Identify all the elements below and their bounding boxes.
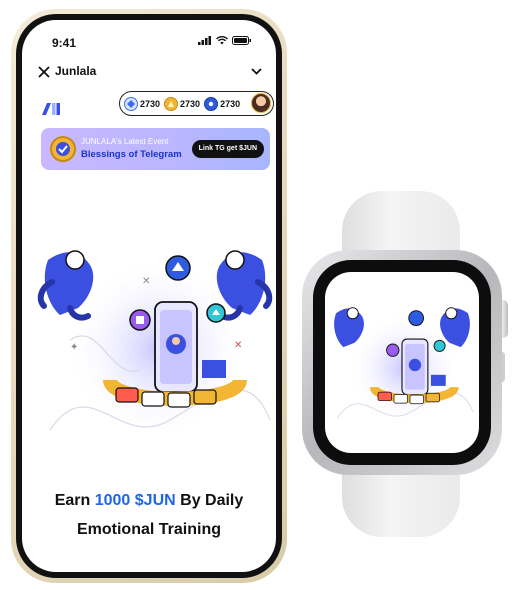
wifi-icon xyxy=(216,36,228,45)
status-time: 9:41 xyxy=(52,36,77,50)
balance-item: 2730 xyxy=(164,96,201,111)
jun-coin-icon xyxy=(204,96,219,111)
headline-highlight: 1000 $JUN xyxy=(94,492,176,509)
headline-prefix: Earn xyxy=(54,492,95,509)
close-icon[interactable] xyxy=(38,66,50,78)
balance-pill[interactable]: 2730 2730 2730 xyxy=(119,91,274,116)
event-banner[interactable]: JUNLALA's Latest Event Blessings of Tele… xyxy=(41,128,270,170)
battery-icon xyxy=(232,36,251,45)
signal-icon xyxy=(198,36,211,45)
hero-illustration: ✕ ✕ ✦ xyxy=(37,250,273,431)
watch-face xyxy=(313,260,491,465)
phone-bezel: 9:41 Junlala 2730 2730 2730 JUNLALA's La… xyxy=(16,14,282,578)
diamond-coin-icon xyxy=(124,96,138,111)
balance-value: 2730 xyxy=(220,98,241,109)
balance-value: 2730 xyxy=(140,98,161,109)
mini-app-header: Junlala xyxy=(22,60,276,88)
balance-item: 2730 xyxy=(124,96,161,111)
svg-text:✕: ✕ xyxy=(234,340,242,351)
gold-coin-icon xyxy=(164,96,179,111)
svg-text:✕: ✕ xyxy=(142,276,150,287)
balance-value: 2730 xyxy=(180,98,201,109)
junlala-logo xyxy=(42,103,60,115)
svg-text:✦: ✦ xyxy=(70,342,78,353)
headline: Earn 1000 $JUN By Daily Emotional Traini… xyxy=(22,486,276,544)
link-telegram-button[interactable]: Link TG get $JUN xyxy=(191,140,264,158)
phone-screen: 9:41 Junlala 2730 2730 2730 JUNLALA's La… xyxy=(22,20,276,572)
banner-title: Blessings of Telegram xyxy=(81,149,182,160)
watch-screen xyxy=(325,272,479,453)
watch-device xyxy=(302,250,502,475)
chevron-down-icon[interactable] xyxy=(251,68,262,75)
status-bar: 9:41 xyxy=(22,20,276,56)
avatar[interactable] xyxy=(251,93,271,113)
headline-line2: Emotional Training xyxy=(76,521,221,538)
phone-device: 9:41 Junlala 2730 2730 2730 JUNLALA's La… xyxy=(11,9,287,583)
balance-item: 2730 xyxy=(204,96,241,111)
banner-subtitle: JUNLALA's Latest Event xyxy=(81,137,169,146)
app-title: Junlala xyxy=(55,64,97,78)
headline-suffix: By Daily xyxy=(175,492,244,509)
watch-hero-illustration xyxy=(334,307,474,419)
status-icons xyxy=(198,36,252,45)
medal-icon xyxy=(50,136,76,162)
